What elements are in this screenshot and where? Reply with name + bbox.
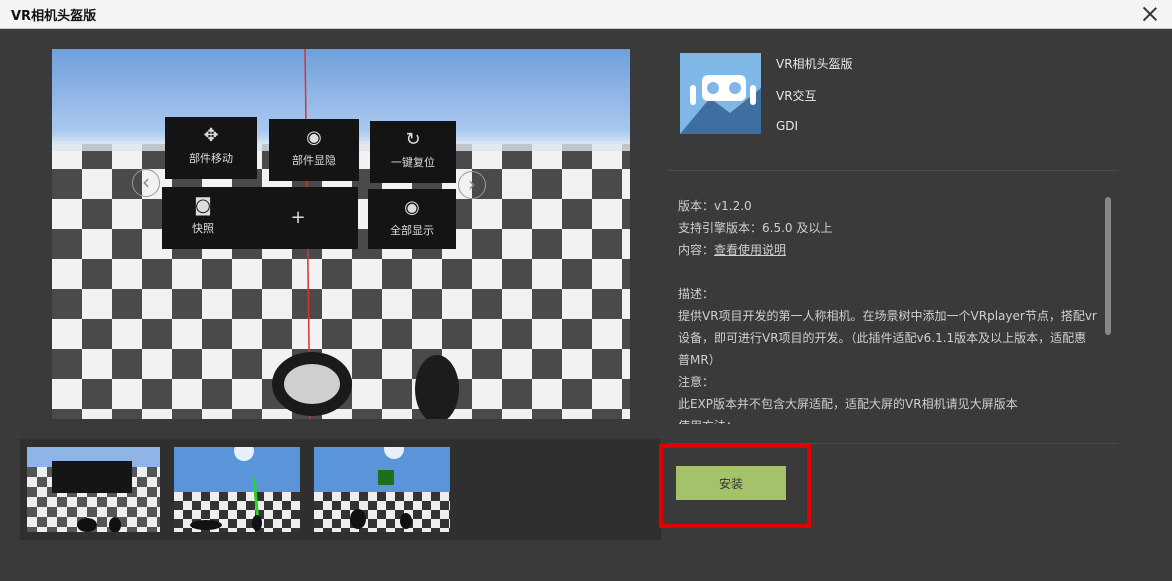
app-logo (680, 53, 761, 134)
details-panel[interactable]: 版本：v1.2.0 支持引擎版本：6.5.0 及以上 内容：查看使用说明 描述：… (678, 195, 1098, 424)
window-title: VR相机头盔版 (11, 9, 97, 24)
panel-reset-button: ↻ 一键复位 (370, 121, 456, 183)
prev-arrow-icon[interactable]: ‹ (132, 169, 160, 197)
panel-move-button: ✥ 部件移动 (165, 117, 257, 179)
eye-icon: ◉ (404, 197, 420, 218)
engine-row: 支持引擎版本：6.5.0 及以上 (678, 221, 833, 235)
move-icon: ✥ (203, 125, 219, 146)
app-name: VR相机头盔版 (776, 57, 853, 71)
app-category: VR交互 (776, 89, 817, 103)
desc-text: 提供VR项目开发的第一人称相机。在场景树中添加一个VRplayer节点，搭配vr… (678, 309, 1097, 367)
reset-icon: ↻ (405, 129, 421, 150)
panel-visibility-button: ◉ 部件显隐 (269, 119, 359, 181)
install-button[interactable]: 安装 (676, 466, 786, 500)
panel-snapshot-button: ◙ 快照 (162, 187, 244, 249)
plus-icon: + (290, 207, 306, 228)
close-icon[interactable] (1142, 6, 1158, 22)
version-row: 版本：v1.2.0 (678, 199, 752, 213)
app-vendor: GDI (776, 119, 799, 133)
usage-guide-link[interactable]: 查看使用说明 (714, 243, 786, 257)
eye-icon: ◉ (306, 127, 322, 148)
preview-image: ‹ › ✥ 部件移动 ◉ 部件显隐 ↻ 一键复位 ◙ 快照 + ◉ 全部显示 (52, 49, 630, 419)
desc-label: 描述： (678, 287, 715, 301)
note-label: 注意： (678, 375, 715, 389)
divider-top (668, 170, 1118, 171)
content-row: 内容：查看使用说明 (678, 243, 787, 257)
next-arrow-icon[interactable]: › (458, 171, 486, 199)
usage-label: 使用方法： (678, 415, 1098, 424)
title-bar: VR相机头盔版 (0, 0, 1172, 29)
thumbnail-1[interactable] (27, 447, 160, 532)
note-text: 此EXP版本并不包含大屏适配，适配大屏的VR相机请见大屏版本 (678, 397, 1018, 411)
thumbnail-2[interactable] (174, 447, 300, 532)
panel-show-all-button: ◉ 全部显示 (368, 189, 456, 249)
thumbnail-strip (20, 439, 661, 540)
details-scrollbar[interactable] (1105, 197, 1111, 335)
camera-icon: ◙ (194, 195, 212, 216)
thumbnail-3[interactable] (314, 447, 450, 532)
panel-plus-button: + (238, 187, 358, 249)
